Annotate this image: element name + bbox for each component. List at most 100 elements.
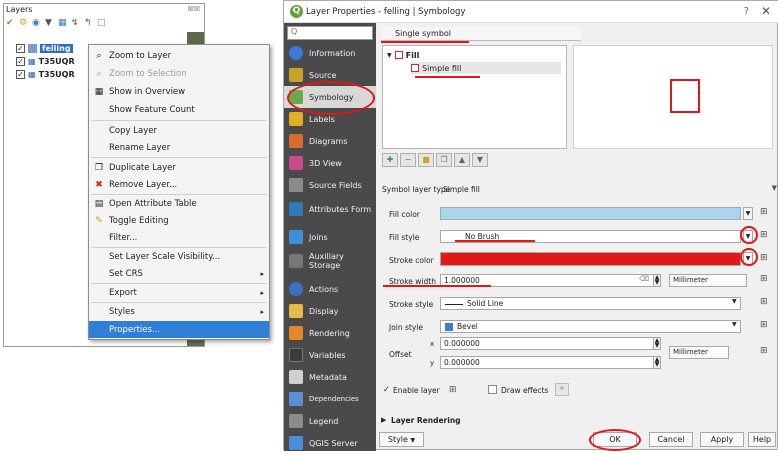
offset-y-spinner[interactable]: ▲ ▼ <box>653 356 661 369</box>
manage-visibility-icon[interactable]: ◉ <box>32 18 42 28</box>
offset-unit-select[interactable]: Millimeter <box>669 346 729 359</box>
help-icon[interactable]: ? <box>744 6 749 17</box>
cancel-button[interactable]: Cancel <box>649 432 693 447</box>
menu-filter[interactable]: Filter... <box>89 229 269 246</box>
menu-properties[interactable]: Properties... <box>89 321 269 338</box>
layer-item-felling[interactable]: ✓ felling <box>16 42 73 55</box>
data-defined-override-icon[interactable]: ⊞ <box>760 320 768 330</box>
close-icon[interactable]: ✕ <box>761 4 771 18</box>
dialog-footer: Style ▼ OK Cancel Apply Help <box>377 427 778 451</box>
data-defined-override-icon[interactable]: ⊞ <box>449 385 457 395</box>
layer-visibility-checkbox[interactable]: ✓ <box>16 44 25 53</box>
menu-label: Zoom to Layer <box>109 50 172 61</box>
collapse-all-icon[interactable]: ↰ <box>84 18 94 28</box>
join-style-select[interactable]: Bevel <box>440 320 741 333</box>
layer-visibility-checkbox[interactable]: ✓ <box>16 70 25 79</box>
offset-x-input[interactable]: 0.000000 <box>440 337 660 350</box>
menu-set-crs[interactable]: Set CRS ▸ <box>89 265 269 282</box>
legend-icon <box>289 414 303 428</box>
menu-show-in-overview[interactable]: ▦ Show in Overview <box>89 83 269 100</box>
menu-duplicate-layer[interactable]: ❐ Duplicate Layer <box>89 159 269 176</box>
layer-item-raster-1[interactable]: ✓ ▦ T35UQR <box>16 55 75 68</box>
layer-rendering-header[interactable]: Layer Rendering <box>391 416 461 425</box>
expand-all-icon[interactable]: ↯ <box>71 18 81 28</box>
stroke-color-button[interactable] <box>440 252 741 266</box>
enable-layer-checkbox[interactable]: ✓ <box>383 385 390 394</box>
menu-zoom-to-layer[interactable]: ⌕ Zoom to Layer <box>89 47 269 64</box>
menu-set-layer-scale-visibility[interactable]: Set Layer Scale Visibility... <box>89 248 269 265</box>
remove-layer-icon[interactable]: □ <box>97 18 107 28</box>
menu-styles[interactable]: Styles ▸ <box>89 303 269 320</box>
lock-icon[interactable]: ■ <box>418 153 434 167</box>
menu-zoom-to-selection[interactable]: ⌕ Zoom to Selection <box>89 65 269 82</box>
nav-dependencies[interactable]: Dependencies <box>284 388 376 410</box>
data-defined-override-icon[interactable]: ⊞ <box>760 207 768 217</box>
add-group-icon[interactable]: ⚙ <box>19 18 29 28</box>
nav-display[interactable]: Display <box>284 300 376 322</box>
offset-x-spinner[interactable]: ▲ ▼ <box>653 337 661 350</box>
draw-effects-checkbox[interactable] <box>488 385 497 394</box>
duplicate-layer-icon[interactable]: ❐ <box>436 153 452 167</box>
chevron-down-icon[interactable]: ▼ <box>743 207 753 220</box>
effects-settings-icon[interactable]: ★ <box>555 383 569 396</box>
data-defined-override-icon[interactable]: ⊞ <box>760 230 768 240</box>
offset-y-input[interactable]: 0.000000 <box>440 356 660 369</box>
data-defined-override-icon[interactable]: ⊞ <box>760 253 768 263</box>
add-symbol-layer-icon[interactable]: ✚ <box>382 153 398 167</box>
panel-controls[interactable]: ☒☒ <box>187 5 200 13</box>
tree-item-simple-fill[interactable]: Simple fill <box>411 62 561 74</box>
nav-auxiliary-storage[interactable]: Auxiliary Storage <box>284 248 376 274</box>
chevron-down-icon[interactable]: ▼ <box>732 321 737 328</box>
filter-by-expression-icon[interactable]: ▦ <box>58 18 68 28</box>
nav-legend[interactable]: Legend <box>284 410 376 432</box>
open-styling-icon[interactable]: ✔ <box>6 18 16 28</box>
menu-rename-layer[interactable]: Rename Layer <box>89 139 269 156</box>
nav-rendering[interactable]: Rendering <box>284 322 376 344</box>
tree-item-fill[interactable]: ▼ Fill <box>387 49 419 61</box>
clear-icon[interactable]: ⌫ <box>639 275 649 283</box>
chevron-down-icon[interactable]: ▼ <box>732 298 737 305</box>
nav-metadata[interactable]: Metadata <box>284 366 376 388</box>
nav-joins[interactable]: Joins <box>284 226 376 248</box>
menu-export[interactable]: Export ▸ <box>89 284 269 301</box>
menu-copy-layer[interactable]: Copy Layer <box>89 122 269 139</box>
nav-3d-view[interactable]: 3D View <box>284 152 376 174</box>
nav-actions[interactable]: Actions <box>284 278 376 300</box>
symbol-layer-type-select[interactable]: Simple fill <box>443 185 480 194</box>
fill-color-button[interactable] <box>440 207 741 220</box>
data-defined-override-icon[interactable]: ⊞ <box>760 297 768 307</box>
symbol-preview <box>573 45 773 149</box>
renderer-type-select[interactable]: Single symbol <box>381 27 581 41</box>
apply-button[interactable]: Apply <box>700 432 744 447</box>
stroke-style-select[interactable]: Solid Line <box>440 297 741 310</box>
move-up-icon[interactable]: ▲ <box>454 153 470 167</box>
remove-symbol-layer-icon[interactable]: − <box>400 153 416 167</box>
layer-visibility-checkbox[interactable]: ✓ <box>16 57 25 66</box>
menu-label: Zoom to Selection <box>109 68 187 79</box>
stroke-width-spinner[interactable]: ▲ ▼ <box>653 274 661 287</box>
menu-toggle-editing[interactable]: ✎ Toggle Editing <box>89 212 269 229</box>
nav-search-input[interactable]: Q <box>287 26 373 40</box>
style-menu-button[interactable]: Style ▼ <box>379 432 424 447</box>
help-button[interactable]: Help <box>748 432 776 447</box>
layer-context-menu: ⌕ Zoom to Layer ⌕ Zoom to Selection ▦ Show … <box>88 44 270 340</box>
nav-attributes-form[interactable]: Attributes Form <box>284 196 376 222</box>
expand-arrow-icon[interactable]: ▶ <box>381 416 386 424</box>
filter-icon[interactable]: ▼ <box>45 18 55 28</box>
expand-arrow-icon[interactable]: ▼ <box>387 52 392 59</box>
nav-qgis-server[interactable]: QGIS Server <box>284 432 376 454</box>
nav-variables[interactable]: Variables <box>284 344 376 366</box>
nav-information[interactable]: Information <box>284 42 376 64</box>
data-defined-override-icon[interactable]: ⊞ <box>760 346 768 356</box>
nav-source-fields[interactable]: Source Fields <box>284 174 376 196</box>
layer-item-raster-2[interactable]: ✓ ▦ T35UQR <box>16 68 75 81</box>
menu-show-feature-count[interactable]: Show Feature Count <box>89 101 269 118</box>
button-label: Style <box>387 435 408 444</box>
menu-open-attribute-table[interactable]: ▤ Open Attribute Table <box>89 195 269 212</box>
stroke-width-unit-select[interactable]: Millimeter <box>669 274 747 287</box>
menu-remove-layer[interactable]: ✖ Remove Layer... <box>89 176 269 193</box>
nav-diagrams[interactable]: Diagrams <box>284 130 376 152</box>
move-down-icon[interactable]: ▼ <box>472 153 488 167</box>
data-defined-override-icon[interactable]: ⊞ <box>760 274 768 284</box>
chevron-down-icon[interactable]: ▼ <box>772 184 777 192</box>
